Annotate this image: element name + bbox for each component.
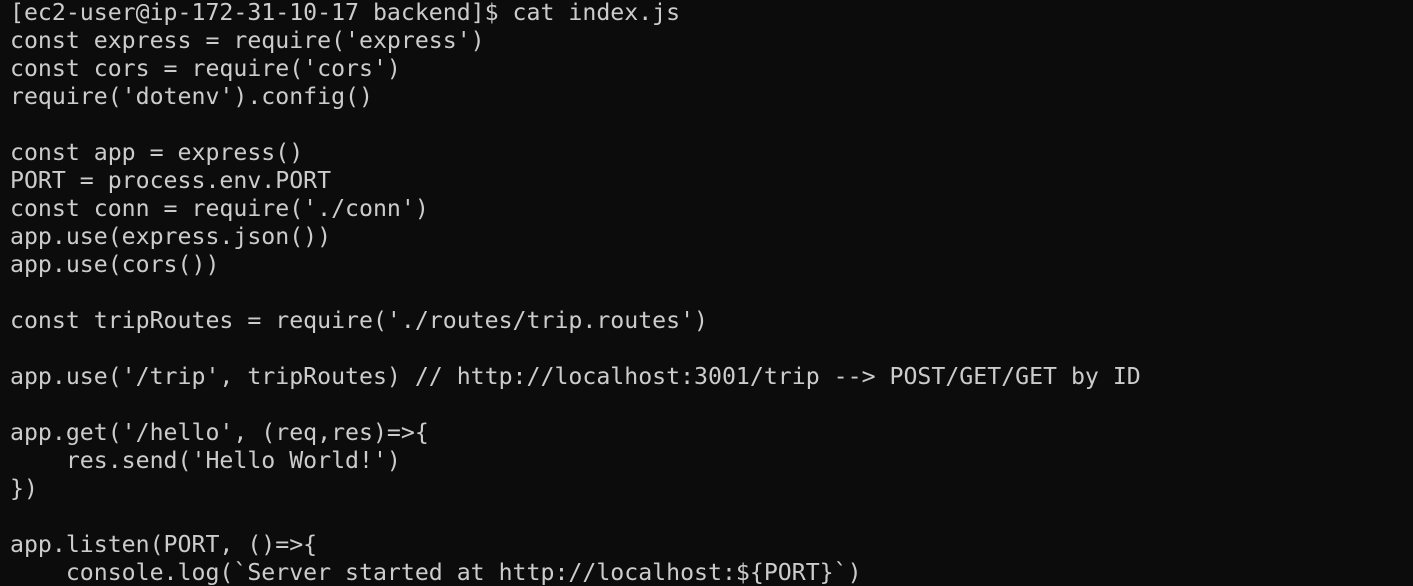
code-line: require('dotenv').config()	[10, 83, 373, 110]
code-line: PORT = process.env.PORT	[10, 167, 332, 194]
terminal-window[interactable]: [ec2-user@ip-172-31-10-17 backend]$ cat …	[0, 0, 1413, 586]
code-line: })	[10, 475, 38, 502]
code-line: app.get('/hello', (req,res)=>{	[10, 419, 429, 446]
code-line: res.send('Hello World!')	[10, 447, 401, 474]
code-line: app.listen(PORT, ()=>{	[10, 531, 318, 558]
code-line: const express = require('express')	[10, 27, 485, 54]
code-line: const cors = require('cors')	[10, 55, 401, 82]
code-line: console.log(`Server started at http://lo…	[10, 559, 862, 586]
code-line: app.use(express.json())	[10, 223, 332, 250]
terminal-prompt-line: [ec2-user@ip-172-31-10-17 backend]$ cat …	[10, 0, 681, 26]
code-line: const conn = require('./conn')	[10, 195, 429, 222]
code-line: app.use('/trip', tripRoutes) // http://l…	[10, 363, 1141, 390]
code-line: const app = express()	[10, 139, 304, 166]
code-line: app.use(cors())	[10, 251, 220, 278]
code-line: const tripRoutes = require('./routes/tri…	[10, 307, 709, 334]
terminal-output: [ec2-user@ip-172-31-10-17 backend]$ cat …	[10, 0, 1141, 586]
